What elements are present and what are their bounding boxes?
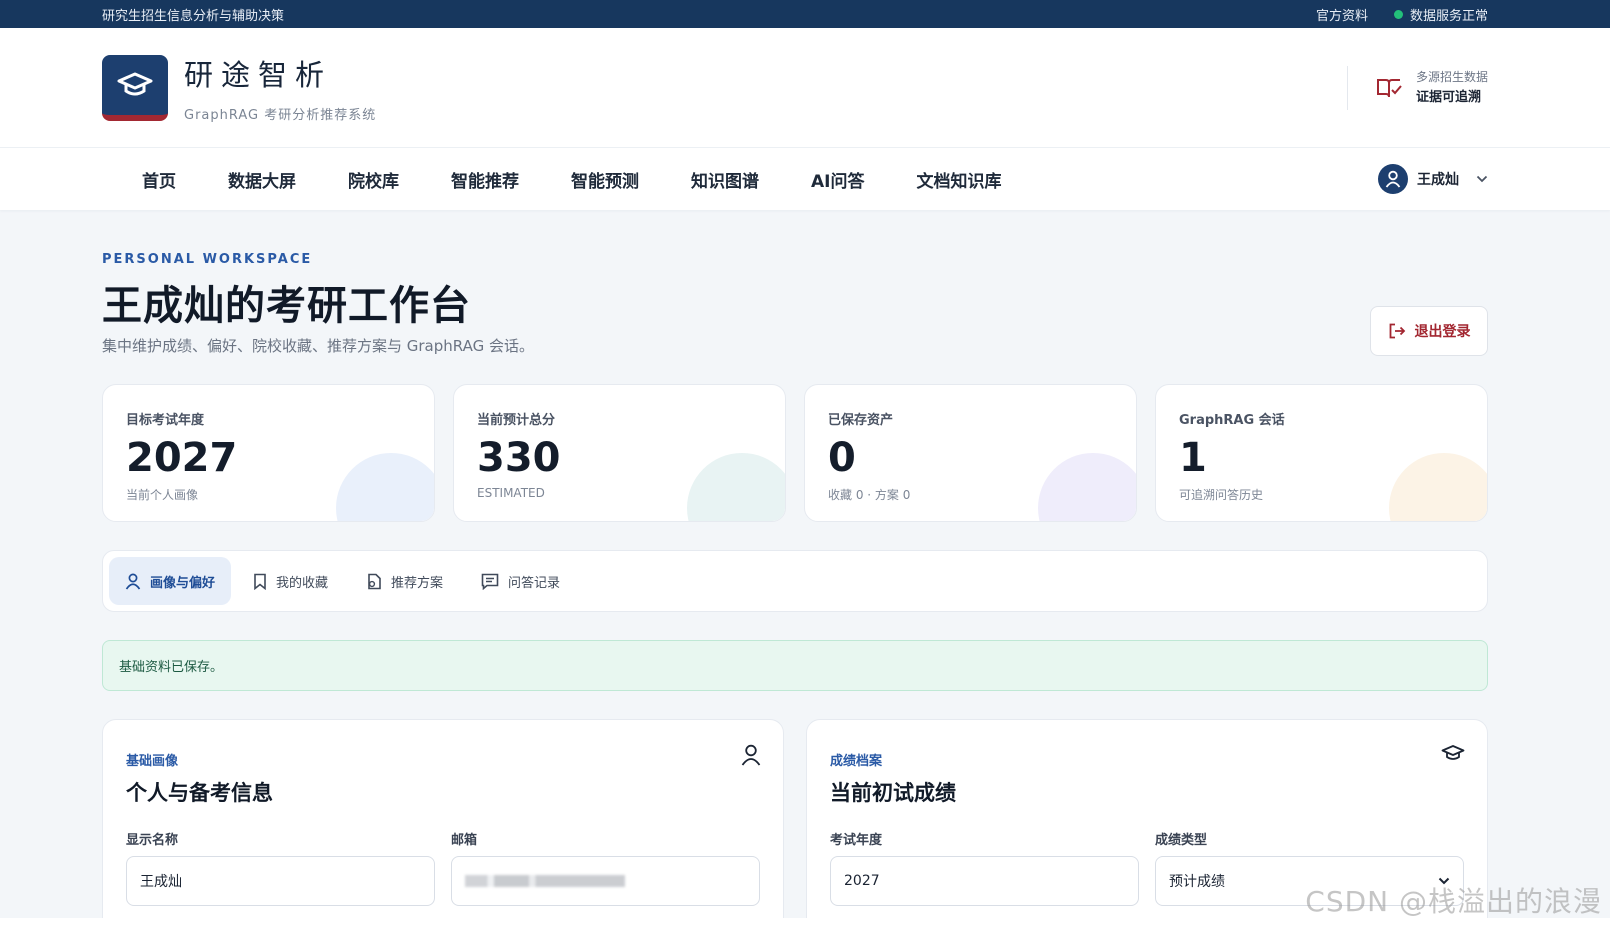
panels-row: 基础画像 个人与备考信息 显示名称 王成灿 邮箱 成绩档案 当前初试成绩 考试年…: [102, 719, 1488, 926]
top-info-bar: 研究生招生信息分析与辅助决策 官方资料 数据服务正常: [0, 0, 1610, 28]
tab-label: 画像与偏好: [150, 575, 216, 591]
panel-title: 当前初试成绩: [830, 781, 956, 805]
nav-item-knowledge-graph[interactable]: 知识图谱: [691, 167, 759, 192]
badge-line-1: 多源招生数据: [1415, 70, 1488, 84]
service-status-text: 数据服务正常: [1409, 8, 1488, 24]
nav-item-home[interactable]: 首页: [142, 167, 176, 192]
stat-label: 已保存资产: [828, 413, 894, 428]
workspace-main: PERSONAL WORKSPACE 王成灿的考研工作台 集中维护成绩、偏好、院…: [0, 252, 1610, 926]
email-field-group: 邮箱: [451, 829, 760, 906]
field-label: 考试年度: [830, 833, 883, 848]
tab-label: 推荐方案: [391, 575, 444, 591]
page-title: 王成灿的考研工作台: [102, 283, 471, 329]
stat-label: GraphRAG 会话: [1179, 413, 1285, 428]
stat-card-estimated-score: 当前预计总分 330 ESTIMATED: [453, 384, 786, 522]
logout-button[interactable]: 退出登录: [1370, 306, 1488, 356]
brand-subtitle: GraphRAG 考研分析推荐系统: [184, 108, 377, 123]
chevron-down-icon: [1476, 175, 1488, 183]
user-icon: [741, 744, 761, 766]
exam-year-field-group: 考试年度 2027: [830, 829, 1139, 906]
message-icon: [481, 573, 499, 590]
document-icon: [368, 573, 381, 589]
display-name-input[interactable]: 王成灿: [126, 856, 435, 906]
user-avatar-icon: [1385, 170, 1401, 188]
stat-label: 当前预计总分: [477, 413, 556, 428]
logout-label: 退出登录: [1414, 324, 1471, 340]
badge-line-2: 证据可追溯: [1415, 90, 1481, 105]
book-check-icon: [1376, 78, 1402, 97]
user-name: 王成灿: [1417, 172, 1459, 188]
logout-icon: [1389, 323, 1405, 339]
status-dot-icon: [1393, 9, 1403, 19]
success-alert: 基础资料已保存。: [102, 640, 1488, 691]
email-input[interactable]: [451, 856, 760, 906]
official-resources-link[interactable]: 官方资料: [1316, 5, 1368, 24]
main-nav: 首页 数据大屏 院校库 智能推荐 智能预测 知识图谱 AI问答 文档知识库 王成…: [0, 148, 1610, 210]
graduation-cap-icon: [1441, 745, 1465, 760]
nav-item-schools[interactable]: 院校库: [348, 167, 399, 192]
panel-title: 个人与备考信息: [126, 781, 273, 805]
profile-panel: 基础画像 个人与备考信息 显示名称 王成灿 邮箱: [102, 719, 784, 926]
stat-card-saved-assets: 已保存资产 0 收藏 0 · 方案 0: [804, 384, 1137, 522]
stats-row: 目标考试年度 2027 当前个人画像 当前预计总分 330 ESTIMATED …: [102, 384, 1488, 522]
stat-card-target-year: 目标考试年度 2027 当前个人画像: [102, 384, 435, 522]
redacted-email: [465, 875, 625, 887]
field-label: 成绩类型: [1155, 833, 1208, 848]
data-source-badge: 多源招生数据 证据可追溯: [1346, 65, 1488, 110]
field-label: 显示名称: [126, 833, 179, 848]
topbar-tagline: 研究生招生信息分析与辅助决策: [102, 8, 285, 24]
panel-eyebrow: 基础画像: [126, 754, 179, 769]
page-eyebrow: PERSONAL WORKSPACE: [102, 252, 313, 267]
display-name-field-group: 显示名称 王成灿: [126, 829, 435, 906]
tab-label: 问答记录: [508, 575, 561, 591]
service-status: 数据服务正常: [1393, 5, 1488, 24]
brand[interactable]: 研途智析 GraphRAG 考研分析推荐系统: [102, 52, 376, 123]
input-value: 王成灿: [140, 874, 182, 890]
page-description: 集中维护成绩、偏好、院校收藏、推荐方案与 GraphRAG 会话。: [102, 337, 534, 355]
stat-card-graphrag-sessions: GraphRAG 会话 1 可追溯问答历史: [1155, 384, 1488, 522]
user-icon: [125, 573, 141, 590]
nav-item-predict[interactable]: 智能预测: [571, 167, 639, 192]
user-menu[interactable]: 王成灿: [1378, 164, 1488, 194]
avatar: [1378, 164, 1408, 194]
nav-item-doc-kb[interactable]: 文档知识库: [916, 167, 1001, 192]
tab-label: 我的收藏: [276, 575, 329, 591]
panel-eyebrow: 成绩档案: [830, 754, 883, 769]
nav-item-dashboard[interactable]: 数据大屏: [228, 167, 296, 192]
bookmark-icon: [254, 573, 266, 590]
field-label: 邮箱: [451, 833, 478, 848]
workspace-tabs: 画像与偏好 我的收藏 推荐方案 问答记录: [102, 550, 1488, 612]
stat-label: 目标考试年度: [126, 413, 205, 428]
nav-item-recommend[interactable]: 智能推荐: [451, 167, 519, 192]
select-value: 预计成绩: [1169, 874, 1225, 890]
tab-profile-preferences[interactable]: 画像与偏好: [109, 557, 232, 605]
tab-recommend-plans[interactable]: 推荐方案: [350, 557, 459, 605]
watermark: CSDN @栈溢出的浪漫: [1305, 885, 1602, 918]
nav-item-ai-qa[interactable]: AI问答: [811, 167, 864, 192]
brand-title: 研途智析: [184, 58, 333, 92]
tab-qa-history[interactable]: 问答记录: [465, 557, 576, 605]
alert-message: 基础资料已保存。: [119, 660, 224, 675]
tab-favorites[interactable]: 我的收藏: [237, 557, 344, 605]
graduation-cap-logo-icon: [102, 54, 168, 121]
topbar-right: 官方资料 数据服务正常: [1316, 5, 1488, 24]
site-header: 研途智析 GraphRAG 考研分析推荐系统 多源招生数据 证据可追溯: [0, 28, 1610, 148]
input-value: 2027: [844, 873, 880, 889]
exam-year-input[interactable]: 2027: [830, 856, 1139, 906]
